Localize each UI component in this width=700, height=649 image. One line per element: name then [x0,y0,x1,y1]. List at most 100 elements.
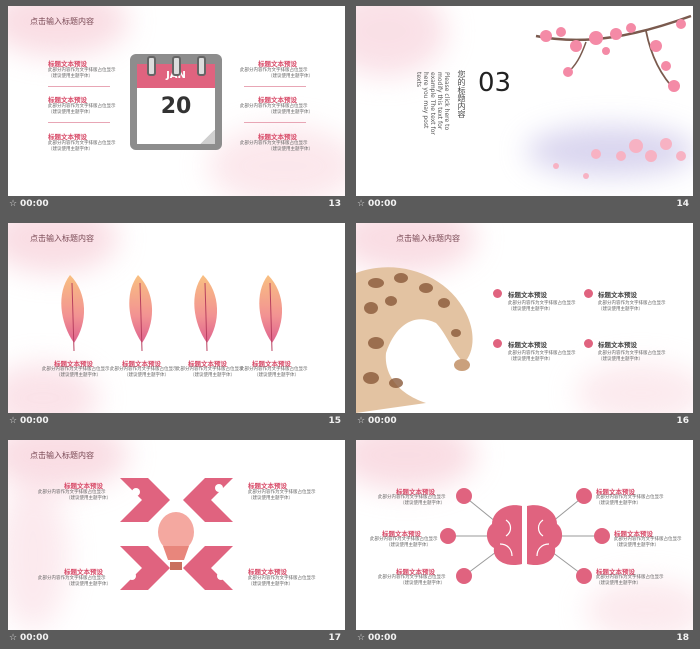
slide-thumb-13[interactable]: 点击输入标题内容 标题文本预设 此部分内容作为文字排版占位显示 （建议使用主题字… [8,6,345,214]
slide-number: 14 [676,199,689,209]
grid-icon [576,568,592,584]
star-icon: ☆ [357,633,366,643]
item-label: 标题文本预设 [258,96,297,104]
item-text: （建议使用主题字体） [400,501,445,506]
cherry-blossom-illustration [535,14,692,179]
slide-time: 00:00 [368,633,397,643]
arrow-shape [183,478,233,522]
slide-time: 00:00 [20,199,49,209]
item-text: （建议使用主题字体） [48,74,93,79]
star-icon: ☆ [9,633,18,643]
star-icon: ☆ [9,199,18,209]
slide-canvas: 点击输入标题内容 标题文本预设 此部分内容作为文字排版占位显示 （建议使用主题字… [8,223,345,413]
item-text: （建议使用主题字体） [268,147,313,152]
star-icon: ☆ [357,199,366,209]
body-line: example The text for [429,72,436,135]
item-text: （建议使用主题字体） [248,496,293,501]
divider [48,86,110,87]
item-label: 标题文本预设 [508,291,547,299]
info-icon [584,339,593,348]
arrow-shape [120,478,170,522]
item-text: （建议使用主题字体） [56,373,101,378]
watercolor-wash [8,6,128,56]
item-label: 标题文本预设 [64,568,103,576]
slide-thumb-16[interactable]: 点击输入标题内容 标题文本预设 此部分内容作为文字排版占位显示 （建议使用主题字… [356,223,693,431]
slide-thumb-18[interactable]: 标题文本预设 此部分内容作为文字排版占位显示 （建议使用主题字体） 标题文本预设… [356,440,693,648]
slide-number: 17 [328,633,341,643]
item-label: 标题文本预设 [598,341,637,349]
item-text: （建议使用主题字体） [268,110,313,115]
body-line: Please click here to [443,72,450,131]
arrow-shape [120,546,170,590]
user-icon [440,528,456,544]
arrow-shape [183,546,233,590]
balloon-icon [158,512,194,570]
gear-icon [456,568,472,584]
calendar-ring [172,56,181,76]
info-icon [493,339,502,348]
item-label: 标题文本预设 [248,568,287,576]
item-text: （建议使用主题字体） [508,307,553,312]
slide-time: 00:00 [368,199,397,209]
slide-number: 15 [328,416,341,426]
slide-canvas: 点击输入标题内容 标题文本预设 此部分内容作为文字排版占位显示 （建议使用主题字… [8,440,345,630]
item-label: 标题文本预设 [598,291,637,299]
item-text: （建议使用主题字体） [596,501,641,506]
watercolor-wash [356,6,446,76]
slide-canvas: 标题文本预设 此部分内容作为文字排版占位显示 （建议使用主题字体） 标题文本预设… [356,440,693,630]
item-text: （建议使用主题字体） [66,496,111,501]
item-label: 标题文本预设 [248,482,287,490]
slide-time: 00:00 [20,633,49,643]
feather-icon [61,275,85,352]
slide-footer: ☆ 00:00 16 [356,413,693,431]
item-label: 标题文本预设 [48,133,87,141]
calendar-ring [197,56,206,76]
section-heading: 您的标题内容 [457,70,466,118]
item-text: （建议使用主题字体） [596,581,641,586]
item-text: （建议使用主题字体） [508,357,553,362]
feather-icon [259,275,283,352]
item-text: （建议使用主题字体） [190,373,235,378]
watercolor-wash [576,363,693,413]
feather-icon [129,275,153,352]
item-text: （建议使用主题字体） [66,582,111,587]
slide-canvas: 点击输入标题内容 标题文本预设 此部分内容作为文字排版占位显示 （建议使用主题字… [356,223,693,413]
item-text: （建议使用主题字体） [48,147,93,152]
search-icon [456,488,472,504]
slide-title: 点击输入标题内容 [30,17,94,26]
divider [244,86,306,87]
giraffe-illustration [356,267,473,413]
body-line: texts [415,72,422,87]
feather-icon [194,275,218,352]
calendar-ring [147,56,156,76]
arrows-diagram [120,478,233,590]
item-text: （建议使用主题字体） [254,373,299,378]
slide-number: 13 [328,199,341,209]
star-icon: ☆ [9,416,18,426]
slide-number: 18 [676,633,689,643]
item-text: （建议使用主题字体） [48,110,93,115]
info-icon [493,289,502,298]
slide-footer: ☆ 00:00 17 [8,630,345,648]
item-text: （建议使用主题字体） [248,582,293,587]
slide-canvas: 点击输入标题内容 标题文本预设 此部分内容作为文字排版占位显示 （建议使用主题字… [8,6,345,196]
info-icon [584,289,593,298]
item-text: （建议使用主题字体） [386,543,431,548]
item-text: （建议使用主题字体） [124,373,169,378]
slide-thumb-17[interactable]: 点击输入标题内容 标题文本预设 此部分内容作为文字排版占位显示 （建议使用主题字… [8,440,345,648]
item-label: 标题文本预设 [258,60,297,68]
divider [244,122,306,123]
item-label: 标题文本预设 [64,482,103,490]
item-text: （建议使用主题字体） [614,543,659,548]
slide-thumb-15[interactable]: 点击输入标题内容 标题文本预设 此部分内容作为文字排版占位显示 （建议使用主题字… [8,223,345,431]
calendar-icon: JAN 20 [130,54,222,150]
section-number: 03 [478,68,512,98]
item-label: 标题文本预设 [258,133,297,141]
calendar-day: 20 [160,94,192,119]
slide-footer: ☆ 00:00 15 [8,413,345,431]
item-text: （建议使用主题字体） [598,357,643,362]
item-text: （建议使用主题字体） [598,307,643,312]
slide-thumb-14[interactable]: 03 您的标题内容 Please click here to modify th… [356,6,693,214]
item-text: （建议使用主题字体） [268,74,313,79]
item-label: 标题文本预设 [48,96,87,104]
